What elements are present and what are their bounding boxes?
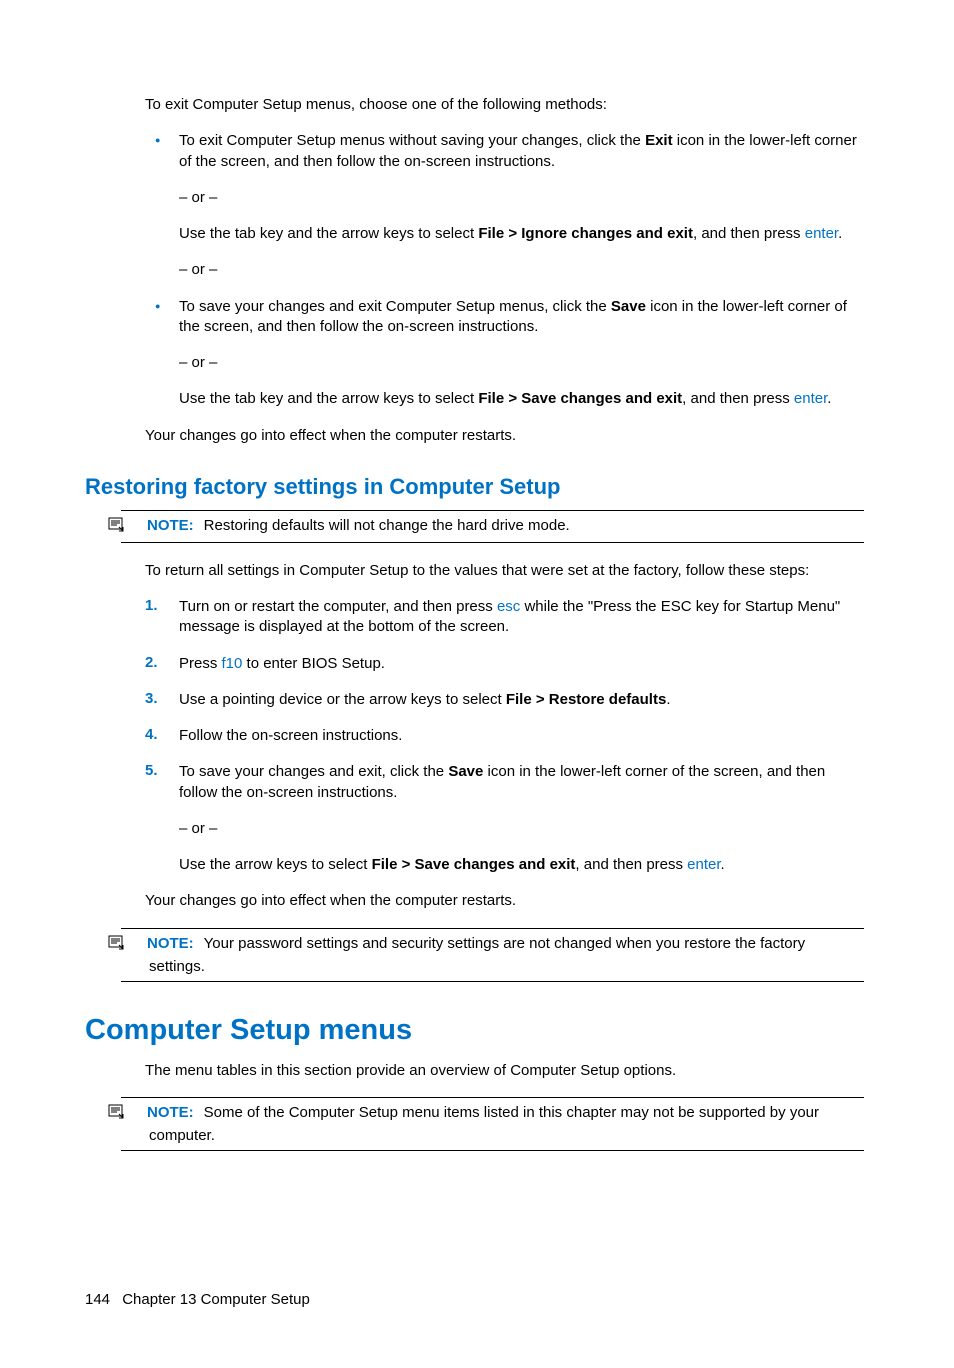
- note-icon: [121, 516, 141, 538]
- esc-key: esc: [497, 598, 520, 615]
- f10-key: f10: [222, 655, 243, 672]
- bullet2-p1: To save your changes and exit Computer S…: [179, 297, 864, 338]
- bullet1-p2: Use the tab key and the arrow keys to se…: [179, 224, 864, 244]
- bullet2-p2: Use the tab key and the arrow keys to se…: [179, 389, 864, 409]
- step-4: 4. Follow the on-screen instructions.: [145, 726, 864, 746]
- enter-key: enter: [794, 390, 827, 407]
- heading-restore-factory: Restoring factory settings in Computer S…: [85, 474, 864, 500]
- note-label: NOTE:: [147, 517, 194, 534]
- note-label: NOTE:: [147, 1104, 194, 1121]
- page-footer: 144 Chapter 13 Computer Setup: [85, 1291, 864, 1308]
- bullet-exit-without-save: To exit Computer Setup menus without sav…: [145, 131, 864, 280]
- intro-text: To exit Computer Setup menus, choose one…: [145, 95, 864, 115]
- note-text: Restoring defaults will not change the h…: [204, 517, 570, 534]
- note-text: Some of the Computer Setup menu items li…: [149, 1104, 819, 1144]
- bullet-save-and-exit: To save your changes and exit Computer S…: [145, 297, 864, 410]
- bullet1-p1: To exit Computer Setup menus without sav…: [179, 131, 864, 172]
- step-2: 2. Press f10 to enter BIOS Setup.: [145, 654, 864, 674]
- note-restore-defaults: NOTE: Restoring defaults will not change …: [121, 510, 864, 543]
- chapter-label: Chapter 13 Computer Setup: [122, 1291, 310, 1308]
- note-security-unchanged: NOTE:Your password settings and security…: [121, 928, 864, 982]
- after-steps: Your changes go into effect when the com…: [145, 891, 864, 911]
- step-1: 1. Turn on or restart the computer, and …: [145, 597, 864, 638]
- note-icon: [121, 934, 141, 956]
- enter-key: enter: [687, 856, 720, 873]
- exit-methods-list: To exit Computer Setup menus without sav…: [145, 131, 864, 409]
- bullet2-or1: – or –: [179, 353, 864, 373]
- note-label: NOTE:: [147, 935, 194, 952]
- step5-or: – or –: [179, 819, 864, 839]
- bullet1-or2: – or –: [179, 260, 864, 280]
- step-5: 5. To save your changes and exit, click …: [145, 762, 864, 875]
- menus-intro: The menu tables in this section provide …: [145, 1061, 864, 1081]
- enter-key: enter: [805, 225, 838, 242]
- note-icon: [121, 1103, 141, 1125]
- heading-setup-menus: Computer Setup menus: [85, 1014, 864, 1047]
- note-unsupported-items: NOTE:Some of the Computer Setup menu ite…: [121, 1097, 864, 1151]
- bullet1-or1: – or –: [179, 188, 864, 208]
- after-bullets: Your changes go into effect when the com…: [145, 426, 864, 446]
- page-number: 144: [85, 1291, 110, 1308]
- restore-steps-list: 1. Turn on or restart the computer, and …: [145, 597, 864, 875]
- note-text: Your password settings and security sett…: [149, 935, 805, 975]
- restore-intro: To return all settings in Computer Setup…: [145, 561, 864, 581]
- step-3: 3. Use a pointing device or the arrow ke…: [145, 690, 864, 710]
